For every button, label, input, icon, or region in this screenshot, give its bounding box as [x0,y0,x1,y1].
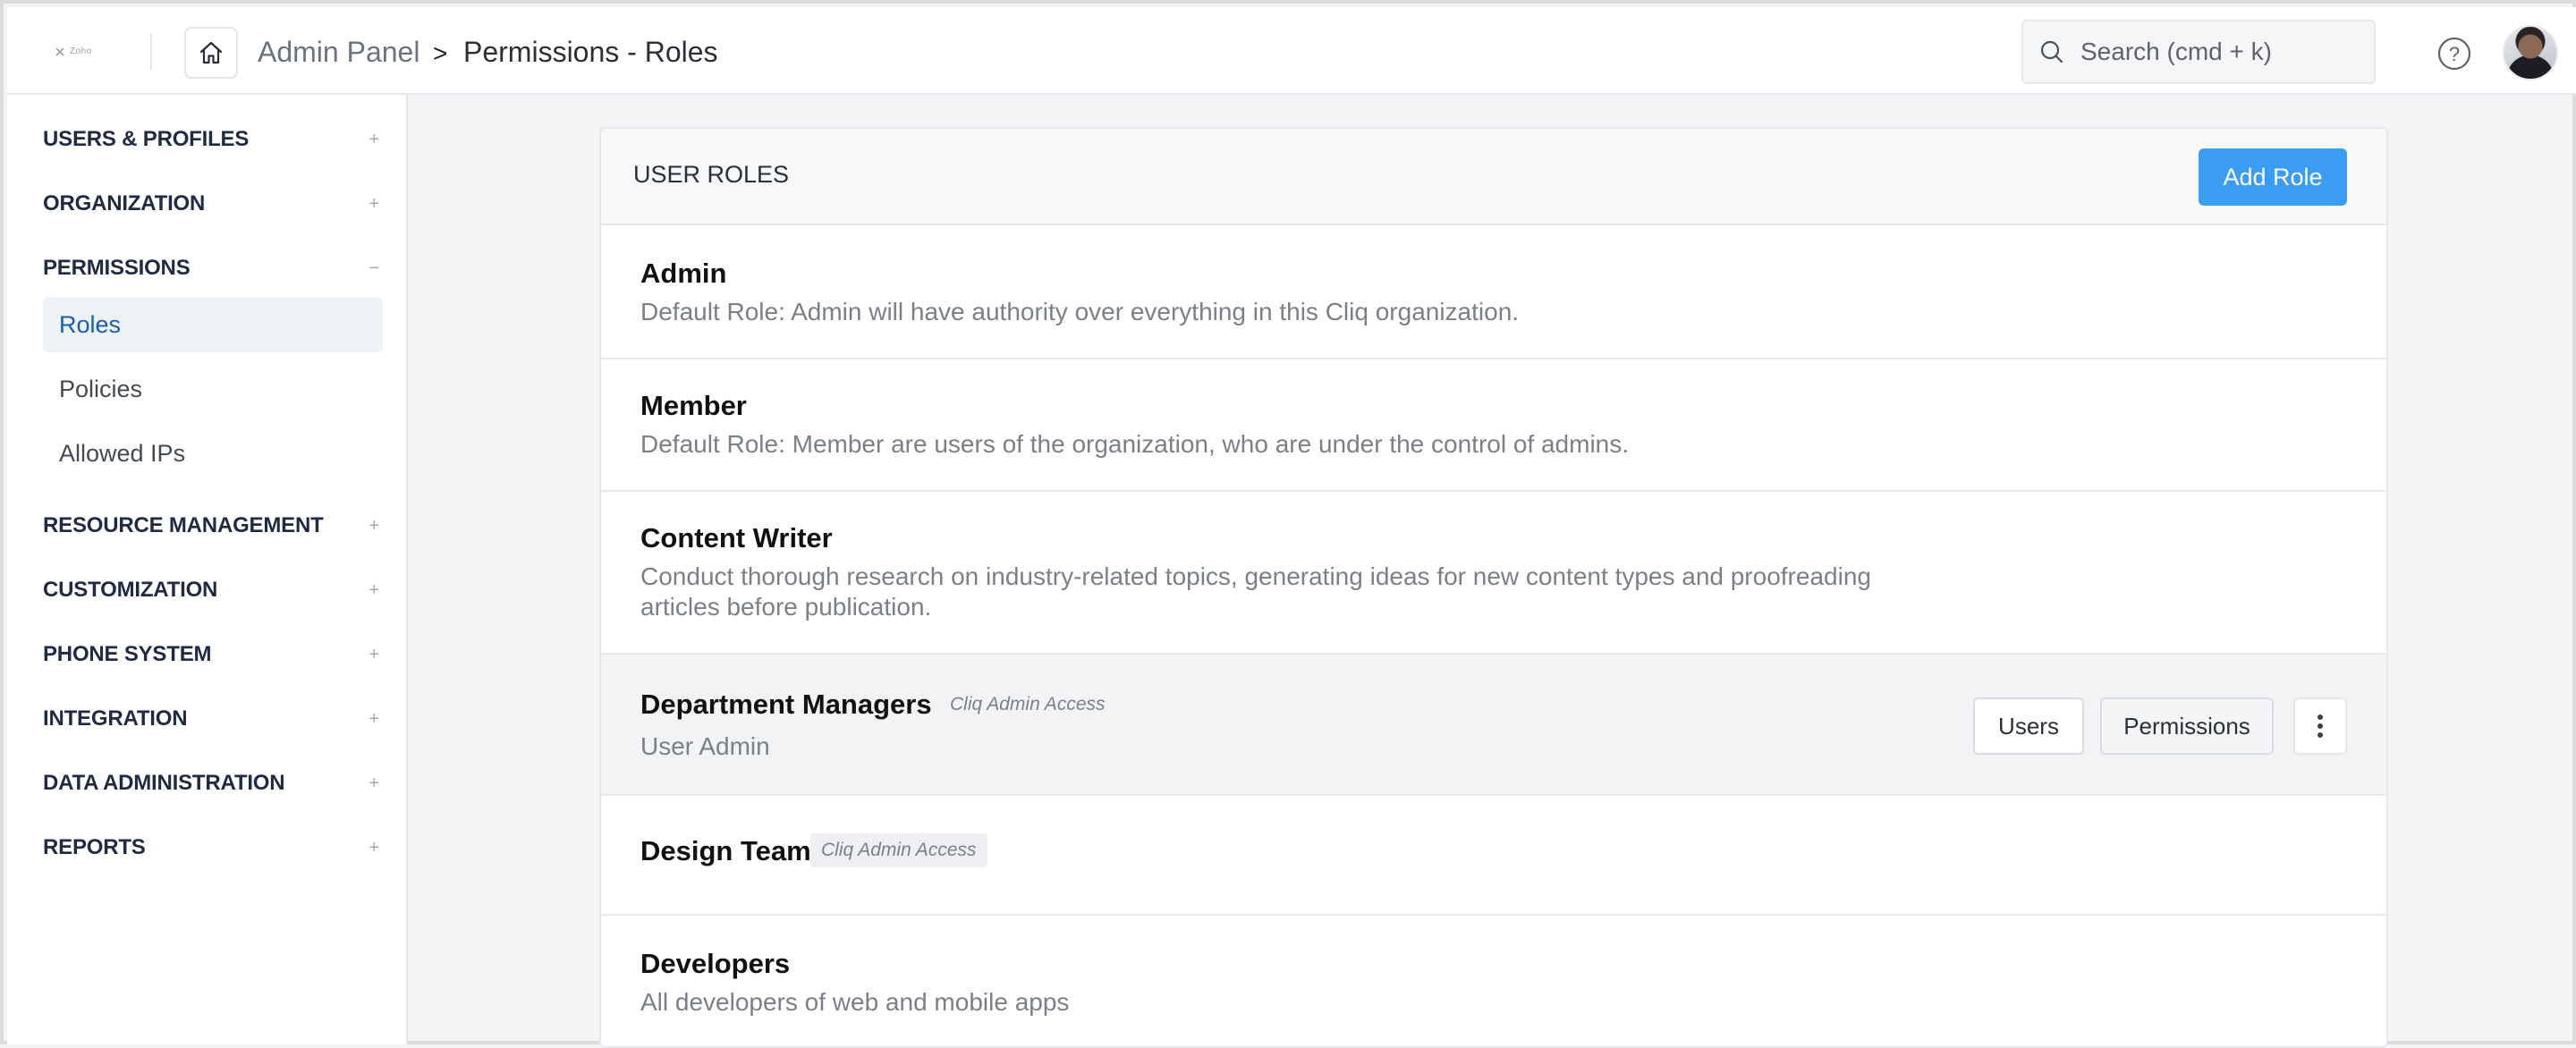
role-description: All developers of web and mobile apps [640,988,1070,1016]
expand-icon: + [369,837,379,858]
role-name: Member [640,390,747,421]
role-row-design-team[interactable]: Design Team Cliq Admin Access [601,796,2386,916]
add-role-button[interactable]: Add Role [2199,148,2347,206]
sidebar-section-organization[interactable]: ORGANIZATION + [43,186,379,222]
role-row-developers[interactable]: Developers All developers of web and mob… [601,916,2386,1046]
sidebar-section-label: DATA ADMINISTRATION [43,771,285,795]
sidebar-section-permissions[interactable]: PERMISSIONS − [43,250,379,286]
sidebar-section-label: USERS & PROFILES [43,127,250,151]
sidebar-section-label: PERMISSIONS [43,256,191,280]
expand-icon: + [369,129,379,149]
role-description-line: articles before publication. [640,593,932,621]
sidebar-section-users-profiles[interactable]: USERS & PROFILES + [43,122,379,157]
more-vertical-icon [2318,714,2323,738]
role-row-admin[interactable]: Admin Default Role: Admin will have auth… [601,225,2386,359]
collapse-icon: − [369,258,379,278]
sidebar-section-label: RESOURCE MANAGEMENT [43,513,324,537]
app-logo[interactable]: Zoho [55,46,92,56]
breadcrumb-separator: > [433,39,448,67]
sidebar-section-label: PHONE SYSTEM [43,642,212,666]
breadcrumb-admin-panel[interactable]: Admin Panel [258,34,419,70]
sidebar-section-phone-system[interactable]: PHONE SYSTEM + [43,637,379,672]
help-icon[interactable]: ? [2436,36,2472,72]
user-roles-card: USER ROLES Add Role Admin Default Role: … [599,127,2388,1048]
svg-text:?: ? [2449,43,2460,65]
role-description: Default Role: Admin will have authority … [640,298,1520,325]
sidebar-section-integration[interactable]: INTEGRATION + [43,701,379,737]
sidebar-section-label: INTEGRATION [43,706,188,731]
breadcrumb-current-page: Permissions - Roles [463,36,718,68]
role-row-department-managers[interactable]: Department Managers Cliq Admin Access Us… [601,655,2386,796]
search-icon [2040,40,2063,63]
sidebar-item-roles[interactable]: Roles [43,297,383,352]
sidebar-item-allowed-ips[interactable]: Allowed IPs [43,426,383,481]
sidebar-section-label: REPORTS [43,835,146,859]
expand-icon: + [369,708,379,729]
expand-icon: + [369,193,379,214]
users-button[interactable]: Users [1973,697,2084,755]
role-description-line: Conduct thorough research on industry-re… [640,562,1871,590]
role-description: Default Role: Member are users of the or… [640,430,1630,458]
card-title: USER ROLES [633,161,790,188]
expand-icon: + [369,515,379,536]
admin-access-badge: Cliq Admin Access [810,833,987,867]
sidebar-section-data-administration[interactable]: DATA ADMINISTRATION + [43,765,379,801]
header-divider [150,34,152,70]
role-name: Content Writer [640,522,833,554]
search-box[interactable] [2021,20,2376,84]
admin-access-badge: Cliq Admin Access [950,694,1106,714]
search-input[interactable] [2080,38,2367,66]
role-row-content-writer[interactable]: Content Writer Conduct thorough research… [601,492,2386,655]
expand-icon: + [369,644,379,664]
sidebar-section-resource-management[interactable]: RESOURCE MANAGEMENT + [43,508,379,544]
role-row-member[interactable]: Member Default Role: Member are users of… [601,359,2386,492]
logo-text: Zoho [70,46,92,56]
expand-icon: + [369,579,379,600]
home-button[interactable] [184,27,238,79]
sidebar-section-label: ORGANIZATION [43,191,206,216]
sidebar-section-label: CUSTOMIZATION [43,578,218,602]
sidebar-section-customization[interactable]: CUSTOMIZATION + [43,572,379,608]
logo-icon [55,46,64,56]
top-header: Zoho Admin Panel > Permissions - Roles ? [7,7,2576,95]
role-name: Developers [640,948,791,979]
card-header: USER ROLES Add Role [601,129,2386,225]
user-avatar[interactable] [2503,25,2558,80]
role-description: User Admin [640,732,770,760]
expand-icon: + [369,773,379,793]
role-name: Admin [640,258,727,289]
sidebar-item-policies[interactable]: Policies [43,361,383,417]
sidebar: USERS & PROFILES + ORGANIZATION + PERMIS… [7,95,408,1044]
permissions-button[interactable]: Permissions [2100,697,2274,755]
home-icon [199,41,223,64]
app-window: Zoho Admin Panel > Permissions - Roles ?… [0,0,2576,1048]
more-options-button[interactable] [2293,697,2347,755]
role-name: Design Team [640,835,811,866]
sidebar-section-reports[interactable]: REPORTS + [43,830,379,866]
role-name: Department Managers [640,689,932,720]
